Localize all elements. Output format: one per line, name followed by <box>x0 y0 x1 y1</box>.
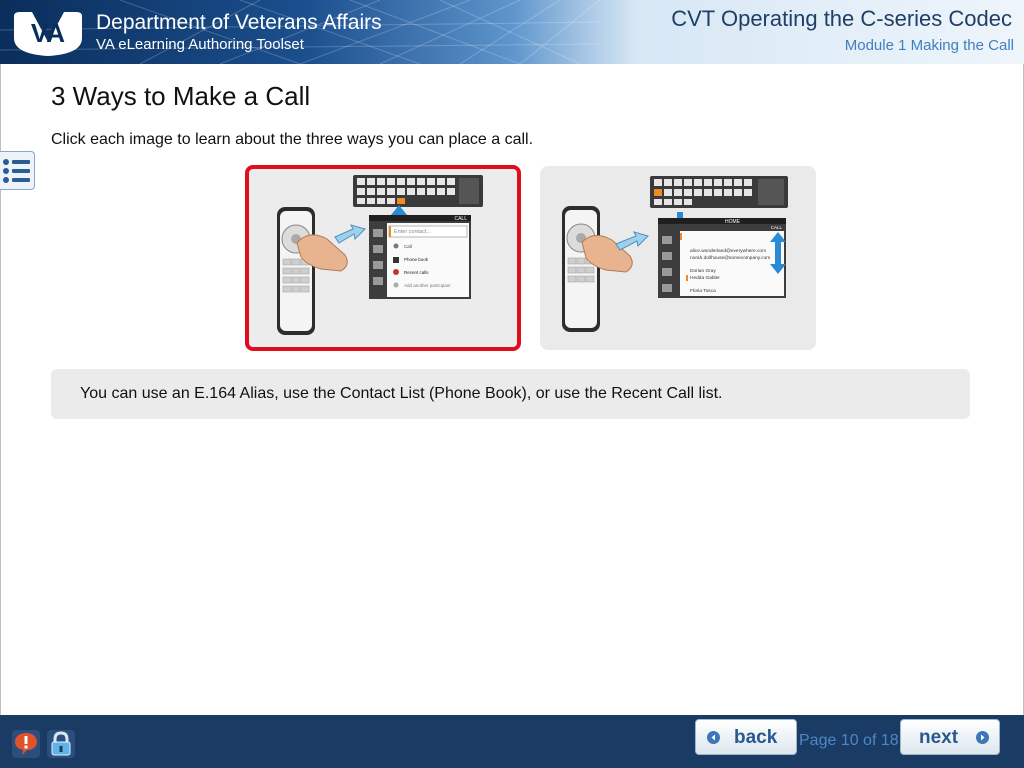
svg-text:HOME: HOME <box>725 219 741 225</box>
exclamation-help-icon[interactable] <box>12 730 40 758</box>
toolset-name: VA eLearning Authoring Toolset <box>96 36 304 53</box>
svg-text:Dorian Gray: Dorian Gray <box>690 268 716 274</box>
svg-text:Recent calls: Recent calls <box>404 270 429 275</box>
keyboard-graphic <box>353 175 483 207</box>
svg-text:Floria Tosca: Floria Tosca <box>690 288 716 294</box>
next-button[interactable]: next <box>900 719 1000 755</box>
info-text: You can use an E.164 Alias, use the Cont… <box>80 385 723 402</box>
direction-arrow <box>615 231 649 251</box>
svg-text:Phone book: Phone book <box>404 257 429 262</box>
svg-text:Enter contact...: Enter contact... <box>394 229 431 235</box>
module-title: Module 1 Making the Call <box>844 37 1014 54</box>
call-method-card-phonebook[interactable]: HOME CALL alice.wonderland@everywhere.co… <box>540 166 816 350</box>
circle-arrow-right-icon <box>976 731 989 744</box>
instructions-text: Click each image to learn about the thre… <box>51 131 534 148</box>
call-panel-graphic: CALL Enter contact... Call Phone book Re… <box>369 215 471 299</box>
back-label: back <box>734 727 778 748</box>
svg-text:norah.dollhouse@somecompany.co: norah.dollhouse@somecompany.com <box>690 255 770 261</box>
alias-dial-illustration: CALL Enter contact... Call Phone book Re… <box>277 175 483 335</box>
info-panel: You can use an E.164 Alias, use the Cont… <box>51 369 970 419</box>
circle-arrow-left-icon <box>707 731 720 744</box>
svg-text:Hedda Gabler: Hedda Gabler <box>690 275 720 281</box>
svg-text:alice.wonderland@everywhere.co: alice.wonderland@everywhere.com <box>690 248 766 254</box>
page-counter: Page 10 of 18 <box>799 732 899 749</box>
svg-text:Add another participant: Add another participant <box>404 283 451 288</box>
next-label: next <box>919 727 959 748</box>
course-title: CVT Operating the C-series Codec <box>671 6 1012 31</box>
menu-toggle-button[interactable] <box>0 151 35 190</box>
keyboard-graphic <box>650 176 788 208</box>
contact-list-panel-graphic: HOME CALL alice.wonderland@everywhere.co… <box>658 218 786 298</box>
list-menu-icon <box>3 159 30 183</box>
svg-text:VA: VA <box>31 18 65 48</box>
padlock-icon[interactable] <box>47 730 75 758</box>
remote-control-graphic <box>277 207 315 335</box>
header-banner: VA Department of Veterans Affairs VA eLe… <box>0 0 1024 64</box>
organization-name: Department of Veterans Affairs <box>96 11 382 34</box>
phonebook-illustration: HOME CALL alice.wonderland@everywhere.co… <box>562 176 788 332</box>
back-button[interactable]: back <box>695 719 797 755</box>
direction-arrow <box>334 224 366 244</box>
page-heading: 3 Ways to Make a Call <box>51 81 311 111</box>
call-method-card-alias[interactable]: CALL Enter contact... Call Phone book Re… <box>245 165 521 351</box>
remote-control-graphic <box>562 206 600 332</box>
va-logo: VA <box>14 12 82 56</box>
svg-text:CALL: CALL <box>454 216 467 222</box>
svg-text:CALL: CALL <box>771 225 783 230</box>
svg-text:Call: Call <box>404 244 412 249</box>
